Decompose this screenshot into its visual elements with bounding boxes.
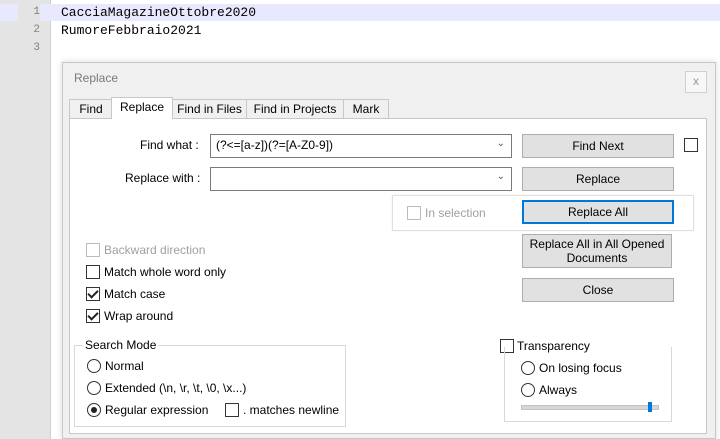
transparency-group: On losing focus Always: [504, 347, 672, 422]
close-icon[interactable]: x: [685, 71, 707, 93]
extended-radio[interactable]: [87, 381, 101, 395]
find-next-checkbox[interactable]: [684, 138, 698, 152]
replace-button[interactable]: Replace: [522, 167, 674, 191]
in-selection-checkbox[interactable]: [407, 206, 421, 220]
match-whole-word-label: Match whole word only: [104, 265, 227, 279]
line-number: 1: [18, 4, 40, 21]
match-case-label: Match case: [104, 287, 166, 301]
replace-all-button[interactable]: Replace All: [522, 200, 674, 224]
replace-dialog: Replace x Find Replace Find in Files Fin…: [62, 62, 716, 439]
regex-radio[interactable]: [87, 403, 101, 417]
in-selection-label: In selection: [425, 206, 486, 220]
chevron-down-icon[interactable]: ⌄: [497, 138, 505, 149]
tab-find[interactable]: Find: [69, 99, 113, 119]
line-number-gutter: [0, 0, 51, 439]
on-losing-focus-label: On losing focus: [539, 361, 622, 375]
close-button[interactable]: Close: [522, 278, 674, 302]
backward-direction-checkbox[interactable]: [86, 243, 100, 257]
editor-line-1[interactable]: 1 CacciaMagazineOttobre2020: [0, 4, 720, 21]
tab-find-in-files[interactable]: Find in Files: [172, 99, 247, 119]
search-mode-title: Search Mode: [83, 338, 159, 352]
line-text[interactable]: CacciaMagazineOttobre2020: [61, 4, 256, 21]
editor-line-3[interactable]: 3: [0, 40, 720, 57]
always-label: Always: [539, 383, 578, 397]
always-radio[interactable]: [521, 383, 535, 397]
replace-all-opened-button[interactable]: Replace All in All Opened Documents: [522, 234, 672, 268]
backward-direction-label: Backward direction: [104, 243, 206, 257]
replace-with-combo[interactable]: ⌄: [210, 167, 512, 191]
line-text[interactable]: RumoreFebbraio2021: [61, 22, 201, 39]
find-next-button[interactable]: Find Next: [522, 134, 674, 158]
line-number: 3: [33, 42, 40, 54]
editor-line-2[interactable]: 2 RumoreFebbraio2021: [0, 22, 720, 39]
transparency-slider-track[interactable]: [521, 405, 659, 410]
tab-find-in-projects[interactable]: Find in Projects: [246, 99, 344, 119]
tab-mark[interactable]: Mark: [343, 99, 389, 119]
line-number: 2: [33, 24, 40, 36]
matches-newline-checkbox[interactable]: [225, 403, 239, 417]
replace-with-label: Replace with :: [125, 171, 201, 185]
transparency-slider-thumb[interactable]: [648, 402, 653, 412]
match-whole-word-checkbox[interactable]: [86, 265, 100, 279]
find-what-label: Find what :: [140, 138, 199, 152]
chevron-down-icon[interactable]: ⌄: [497, 171, 505, 182]
find-what-combo[interactable]: (?<=[a-z])(?=[A-Z0-9]) ⌄: [210, 134, 512, 158]
matches-newline-label: . matches newline: [243, 403, 340, 417]
replace-panel: Find what : (?<=[a-z])(?=[A-Z0-9]) ⌄ Rep…: [69, 118, 707, 434]
dialog-title: Replace: [74, 71, 119, 85]
wrap-around-label: Wrap around: [104, 309, 174, 323]
normal-label: Normal: [105, 359, 144, 373]
tab-replace[interactable]: Replace: [111, 97, 173, 119]
find-what-value[interactable]: (?<=[a-z])(?=[A-Z0-9]): [216, 138, 333, 152]
match-case-checkbox[interactable]: [86, 287, 100, 301]
normal-radio[interactable]: [87, 359, 101, 373]
extended-label: Extended (\n, \r, \t, \0, \x...): [105, 381, 247, 395]
wrap-around-checkbox[interactable]: [86, 309, 100, 323]
on-losing-focus-radio[interactable]: [521, 361, 535, 375]
regex-label: Regular expression: [105, 403, 209, 417]
search-mode-group: Search Mode Normal Extended (\n, \r, \t,…: [74, 338, 346, 427]
